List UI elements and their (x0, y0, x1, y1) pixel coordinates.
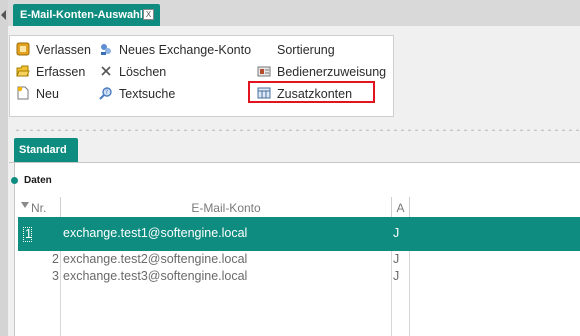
capture-label: Erfassen (36, 65, 86, 79)
collapse-arrow-icon[interactable] (1, 10, 6, 20)
new-button[interactable]: Neu (16, 85, 59, 103)
row-nr: 3 (52, 269, 59, 283)
row-nr: 2 (52, 252, 59, 266)
section-title: Daten (24, 175, 52, 186)
exit-button[interactable]: Verlassen (16, 41, 91, 59)
close-icon[interactable]: X (143, 9, 154, 20)
text-search-icon: ? (99, 86, 113, 100)
new-exchange-account-label: Neues Exchange-Konto (119, 43, 252, 57)
delete-button[interactable]: Löschen (99, 63, 166, 81)
sort-indicator-icon (21, 202, 29, 208)
section-bullet-icon (11, 177, 18, 184)
table-row[interactable]: 3 exchange.test3@softengine.local J (18, 268, 580, 285)
row-nr: 1 (25, 227, 32, 241)
row-email: exchange.test3@softengine.local (63, 269, 248, 283)
new-exchange-account-button[interactable]: Neues Exchange-Konto (99, 41, 251, 59)
user-assignment-icon (257, 64, 271, 78)
row-a: J (393, 252, 400, 266)
table-header: Nr. E-Mail-Konto A (18, 197, 580, 218)
exit-label: Verlassen (36, 43, 91, 57)
exchange-account-icon (99, 42, 113, 56)
row-a: J (393, 269, 400, 283)
tab-email-account-selection[interactable]: E-Mail-Konten-Auswahl X (13, 4, 160, 26)
subtab-bar (9, 138, 580, 163)
delete-icon (99, 64, 113, 78)
side-collapse-strip[interactable] (0, 0, 8, 336)
new-document-icon (16, 86, 30, 100)
user-assignment-label: Bedienerzuweisung (277, 65, 387, 79)
row-email: exchange.test1@softengine.local (63, 226, 248, 240)
text-search-button[interactable]: ? Textsuche (99, 85, 175, 103)
user-assignment-button[interactable]: Bedienerzuweisung (257, 63, 386, 81)
dotted-separator (14, 129, 580, 131)
row-email: exchange.test2@softengine.local (63, 252, 248, 266)
row-a: J (393, 226, 400, 240)
section-header-daten[interactable]: Daten (11, 175, 52, 186)
column-header-a[interactable]: A (392, 197, 410, 217)
delete-label: Löschen (119, 65, 167, 79)
column-header-nr[interactable]: Nr. (18, 197, 61, 217)
highlight-box (248, 81, 375, 103)
sorting-button[interactable]: Sortierung (277, 41, 335, 59)
svg-text:?: ? (105, 89, 108, 96)
column-header-email-account[interactable]: E-Mail-Konto (61, 197, 392, 217)
new-label: Neu (36, 87, 59, 101)
text-search-label: Textsuche (119, 87, 176, 101)
table-row[interactable]: 1 exchange.test1@softengine.local J (18, 217, 580, 251)
exit-icon (16, 42, 30, 56)
email-accounts-table: Nr. E-Mail-Konto A 1 exchange.test1@soft… (18, 197, 580, 336)
tab-title: E-Mail-Konten-Auswahl (20, 9, 143, 21)
capture-button[interactable]: Erfassen (16, 63, 85, 81)
tab-standard[interactable]: Standard (14, 138, 78, 162)
folder-icon (16, 64, 30, 78)
sorting-label: Sortierung (277, 43, 335, 57)
table-row[interactable]: 2 exchange.test2@softengine.local J (18, 251, 580, 268)
